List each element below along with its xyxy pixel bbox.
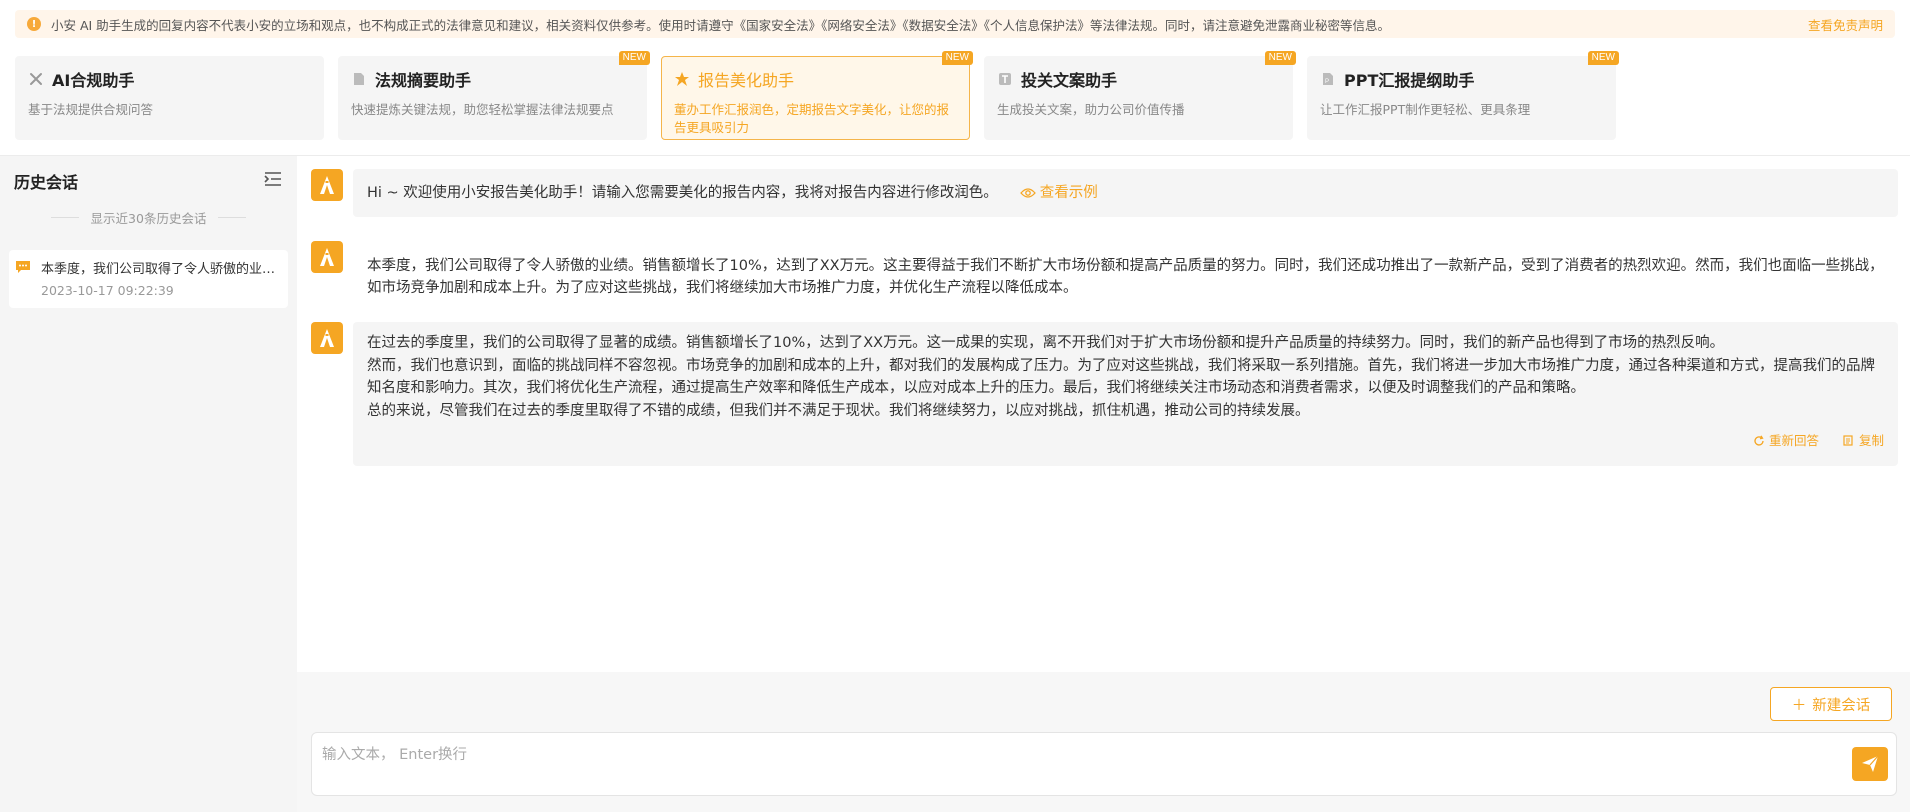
assistant-avatar xyxy=(311,322,343,354)
history-sidebar: 历史会话 显示近30条历史会话 本季度，我们公司取得了令人骄傲的业绩。 2023… xyxy=(0,155,297,812)
history-subtitle: 显示近30条历史会话 xyxy=(0,208,297,227)
send-button[interactable] xyxy=(1852,747,1888,781)
card-title: 投关文案助手 xyxy=(1021,71,1118,90)
card-desc: 基于法规提供合规问答 xyxy=(28,102,154,117)
welcome-text: Hi ~ 欢迎使用小安报告美化助手！请输入您需要美化的报告内容，我将对报告内容进… xyxy=(367,185,998,201)
reply-bubble: 在过去的季度里，我们的公司取得了显著的成绩。销售额增长了10%，达到了XX万元。… xyxy=(353,322,1898,466)
plus-icon: ＋ xyxy=(1791,697,1807,714)
info-icon: ! xyxy=(27,17,41,31)
chat-area: Hi ~ 欢迎使用小安报告美化助手！请输入您需要美化的报告内容，我将对报告内容进… xyxy=(297,155,1910,670)
card-title: 法规摘要助手 xyxy=(375,71,472,90)
new-chat-label: 新建会话 xyxy=(1812,697,1871,714)
card-ai-compliance[interactable]: AI合规助手 基于法规提供合规问答 xyxy=(15,56,324,140)
composer: ＋ 新建会话 xyxy=(297,672,1910,812)
assistant-avatar xyxy=(311,169,343,201)
new-chat-button[interactable]: ＋ 新建会话 xyxy=(1770,687,1892,721)
card-ppt-outline[interactable]: NEW P PPT汇报提纲助手 让工作汇报PPT制作更轻松、更具条理 xyxy=(1307,51,1619,140)
svg-text:P: P xyxy=(1325,79,1329,85)
card-title: PPT汇报提纲助手 xyxy=(1344,71,1475,90)
welcome-bubble: Hi ~ 欢迎使用小安报告美化助手！请输入您需要美化的报告内容，我将对报告内容进… xyxy=(353,169,1898,217)
view-example-label: 查看示例 xyxy=(1039,185,1098,201)
new-badge: NEW xyxy=(1587,51,1619,65)
assistant-avatar xyxy=(311,241,343,273)
view-example-link[interactable]: 查看示例 xyxy=(1019,182,1098,204)
disclaimer-link[interactable]: 查看免责声明 xyxy=(1808,15,1883,34)
assistant-welcome-message: Hi ~ 欢迎使用小安报告美化助手！请输入您需要美化的报告内容，我将对报告内容进… xyxy=(311,169,1898,217)
eye-icon xyxy=(1019,188,1036,198)
copy-label: 复制 xyxy=(1858,433,1884,448)
scale-icon xyxy=(28,71,44,87)
new-badge: NEW xyxy=(618,51,650,65)
card-desc: 让工作汇报PPT制作更轻松、更具条理 xyxy=(1320,102,1531,117)
history-item-time: 2023-10-17 09:22:39 xyxy=(41,283,174,298)
card-title: 报告美化助手 xyxy=(698,71,795,90)
card-ir-copywriting[interactable]: NEW 投关文案助手 生成投关文案，助力公司价值传播 xyxy=(984,51,1296,140)
reply-paragraph: 在过去的季度里，我们的公司取得了显著的成绩。销售额增长了10%，达到了XX万元。… xyxy=(367,335,1725,351)
text-icon xyxy=(997,71,1013,87)
history-subtitle-text: 显示近30条历史会话 xyxy=(90,211,207,226)
card-desc: 生成投关文案，助力公司价值传播 xyxy=(997,102,1185,117)
magic-icon xyxy=(674,71,690,87)
history-item-title: 本季度，我们公司取得了令人骄傲的业绩。 xyxy=(41,262,278,277)
document-icon xyxy=(351,71,367,87)
assistant-reply-message: 在过去的季度里，我们的公司取得了显著的成绩。销售额增长了10%，达到了XX万元。… xyxy=(311,322,1898,466)
reply-paragraph: 然而，我们也意识到，面临的挑战同样不容忽视。市场竞争的加剧和成本的上升，都对我们… xyxy=(367,357,1875,397)
new-badge: NEW xyxy=(1264,51,1296,65)
message-input-box[interactable] xyxy=(311,732,1897,796)
history-item[interactable]: 本季度，我们公司取得了令人骄傲的业绩。 2023-10-17 09:22:39 xyxy=(9,250,288,308)
user-message: 本季度，我们公司取得了令人骄傲的业绩。销售额增长了10%，达到了XX万元。这主要… xyxy=(311,241,1898,311)
assistant-cards: AI合规助手 基于法规提供合规问答 NEW 法规摘要助手 快速提炼关键法规，助您… xyxy=(15,51,1619,140)
card-desc: 快速提炼关键法规，助您轻松掌握法律法规要点 xyxy=(351,102,614,117)
regenerate-label: 重新回答 xyxy=(1768,433,1819,448)
new-badge: NEW xyxy=(941,51,973,65)
card-regulation-summary[interactable]: NEW 法规摘要助手 快速提炼关键法规，助您轻松掌握法律法规要点 xyxy=(338,51,650,140)
sidebar-title: 历史会话 xyxy=(14,173,79,192)
card-report-polish[interactable]: NEW 报告美化助手 董办工作汇报润色，定期报告文字美化，让您的报告更具吸引力 xyxy=(661,51,973,140)
notice-bar: ! 小安 AI 助手生成的回复内容不代表小安的立场和观点，也不构成正式的法律意见… xyxy=(15,10,1895,38)
copy-button[interactable]: 复制 xyxy=(1843,430,1884,452)
chat-bubble-icon xyxy=(15,260,31,278)
collapse-menu-icon[interactable] xyxy=(263,171,283,191)
regenerate-button[interactable]: 重新回答 xyxy=(1753,430,1819,452)
copy-icon xyxy=(1843,435,1853,446)
send-icon xyxy=(1862,755,1879,772)
card-title: AI合规助手 xyxy=(52,71,135,90)
refresh-icon xyxy=(1754,435,1764,446)
reply-actions: 重新回答 复制 xyxy=(1753,430,1884,452)
message-input[interactable] xyxy=(312,733,1896,795)
user-message-text: 本季度，我们公司取得了令人骄傲的业绩。销售额增长了10%，达到了XX万元。这主要… xyxy=(367,258,1884,296)
ppt-file-icon: P xyxy=(1320,71,1336,87)
card-desc: 董办工作汇报润色，定期报告文字美化，让您的报告更具吸引力 xyxy=(674,102,950,135)
notice-text: 小安 AI 助手生成的回复内容不代表小安的立场和观点，也不构成正式的法律意见和建… xyxy=(51,17,1390,33)
reply-paragraph: 总的来说，尽管我们在过去的季度里取得了不错的成绩，但我们并不满足于现状。我们将继… xyxy=(367,402,1310,419)
